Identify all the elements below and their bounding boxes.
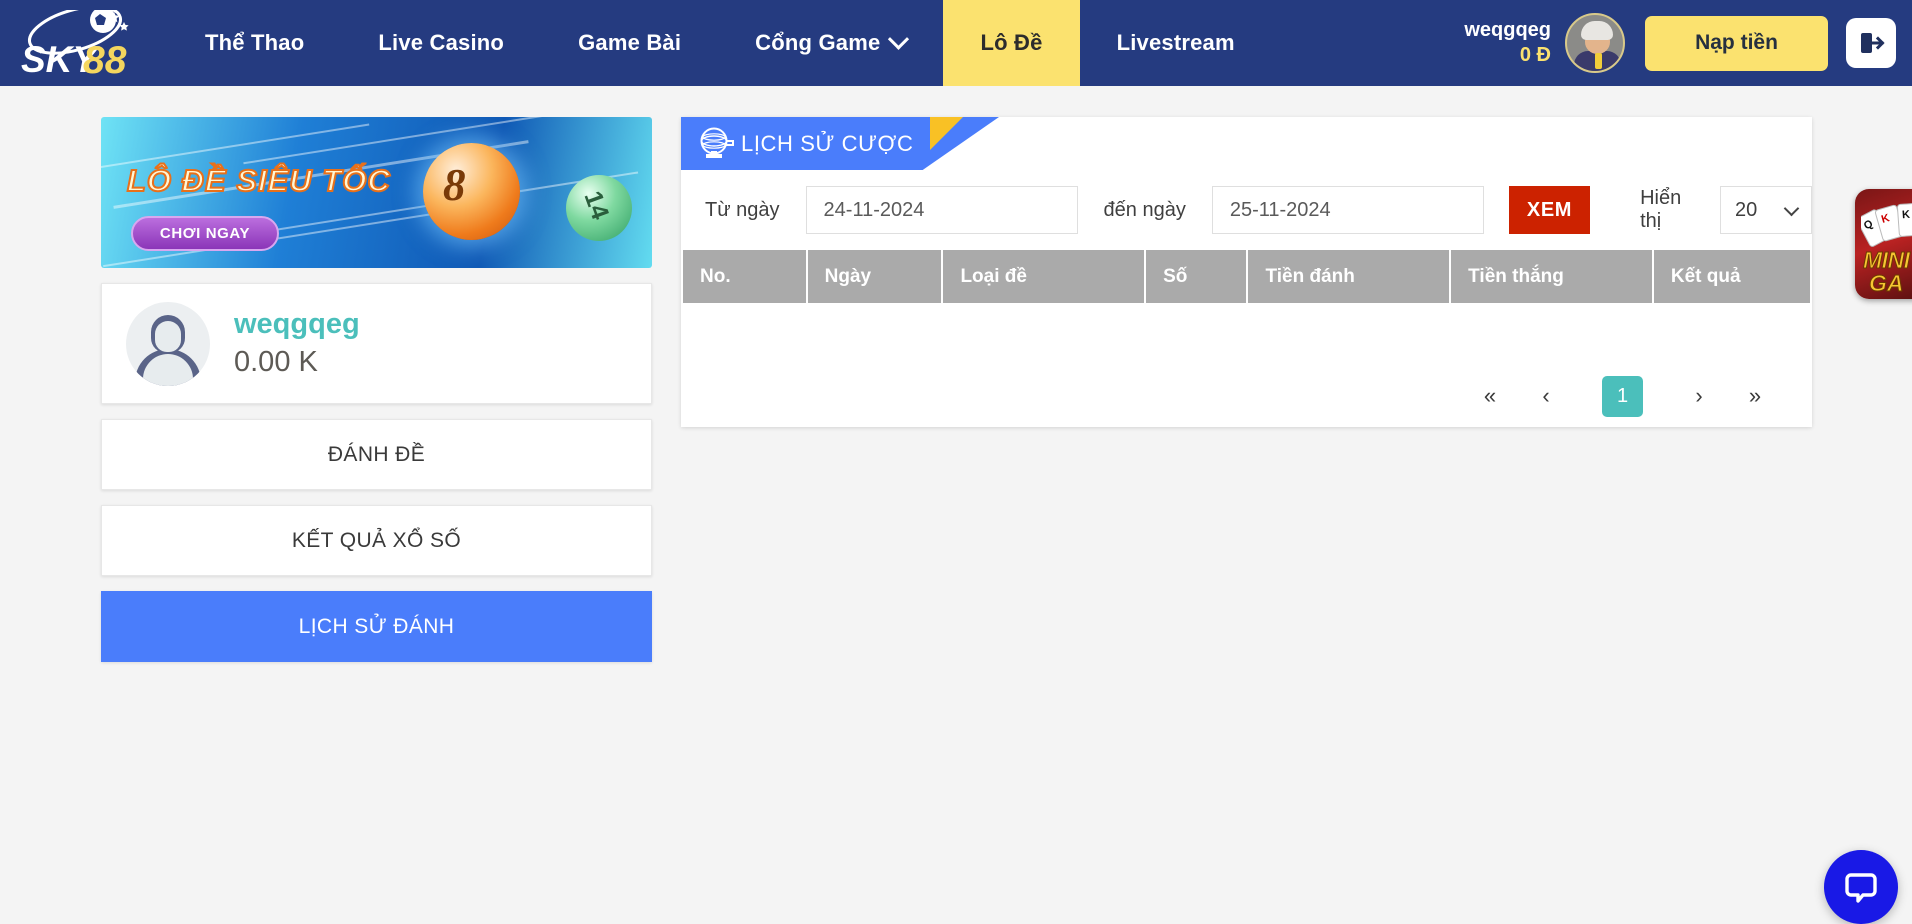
nav-item-the-thao[interactable]: Thể Thao (168, 0, 341, 86)
header-account-area: weqgqeg 0 Đ Nạp tiền (1464, 0, 1912, 86)
pagination-first[interactable]: « (1462, 376, 1518, 417)
page-size-select[interactable]: 20 (1720, 186, 1812, 234)
minigame-widget[interactable]: Q K K K K MINI GA (1855, 189, 1912, 299)
sky88-logo-icon: SKY 88 (19, 10, 149, 76)
svg-text:K: K (1902, 209, 1911, 222)
nav-item-live-casino[interactable]: Live Casino (341, 0, 541, 86)
column-loai-de: Loại đề (943, 250, 1144, 303)
filter-bar: Từ ngày đến ngày XEM Hiển thị 20 (681, 170, 1812, 250)
deposit-button[interactable]: Nạp tiền (1645, 16, 1828, 71)
page-title: LỊCH SỬ CƯỢC (741, 131, 913, 157)
bet-history-panel: LỊCH SỬ CƯỢC Từ ngày đến ngày XEM Hiển t… (681, 117, 1812, 427)
nav-item-lo-de[interactable]: Lô Đề (943, 0, 1079, 86)
minigame-label-line2: GA (1869, 270, 1904, 297)
lottery-ball-14-icon (566, 175, 632, 241)
avatar-tie (1595, 53, 1602, 69)
sidebar-item-label: LỊCH SỬ ĐÁNH (299, 615, 455, 639)
sidebar-item-label: ĐÁNH ĐỀ (328, 443, 425, 467)
to-date-label: đến ngày (1104, 199, 1186, 222)
main-navigation: Thể Thao Live Casino Game Bài Cổng Game … (168, 0, 1272, 86)
logout-button[interactable] (1846, 18, 1896, 68)
nav-label: Thể Thao (205, 30, 304, 56)
search-button[interactable]: XEM (1509, 186, 1590, 234)
profile-avatar-icon (126, 302, 210, 386)
logout-icon (1857, 29, 1885, 57)
pagination-page-1[interactable]: 1 (1602, 376, 1643, 417)
sidebar: LÔ ĐỀ SIÊU TỐC CHƠI NGAY weqgqeg 0.00 K … (101, 117, 652, 662)
account-username: weqgqeg (1464, 18, 1551, 43)
lottery-ball-8-icon (423, 143, 520, 240)
nav-label: Livestream (1117, 30, 1235, 56)
pagination-prev[interactable]: ‹ (1518, 376, 1574, 417)
avatar[interactable] (1565, 13, 1625, 73)
nav-label: Game Bài (578, 30, 681, 56)
nav-item-cong-game[interactable]: Cổng Game (718, 0, 943, 86)
banner-title: LÔ ĐỀ SIÊU TỐC (127, 163, 391, 199)
table-empty-row (683, 303, 1810, 365)
nav-item-livestream[interactable]: Livestream (1080, 0, 1272, 86)
profile-card: weqgqeg 0.00 K (101, 283, 652, 404)
brand-logo[interactable]: SKY 88 (0, 0, 168, 86)
svg-text:88: 88 (83, 39, 127, 76)
profile-username: weqgqeg (234, 306, 360, 342)
from-date-input[interactable] (806, 186, 1078, 234)
sidebar-item-label: KẾT QUẢ XỔ SỐ (292, 529, 461, 553)
sidebar-item-danh-de[interactable]: ĐÁNH ĐỀ (101, 419, 652, 490)
sidebar-item-ket-qua-xo-so[interactable]: KẾT QUẢ XỔ SỐ (101, 505, 652, 576)
page-size-label: Hiển thị (1640, 187, 1700, 233)
page-body: LÔ ĐỀ SIÊU TỐC CHƠI NGAY weqgqeg 0.00 K … (0, 86, 1912, 862)
column-ket-qua: Kết quả (1654, 250, 1810, 303)
bet-history-table: No. Ngày Loại đề Số Tiền đánh Tiền thắng… (681, 250, 1812, 365)
to-date-input[interactable] (1212, 186, 1484, 234)
column-no: No. (683, 250, 806, 303)
table-header-row: No. Ngày Loại đề Số Tiền đánh Tiền thắng… (683, 250, 1810, 303)
pagination: « ‹ 1 › » (681, 365, 1812, 427)
avatar-hair (1581, 21, 1613, 40)
column-ngay: Ngày (808, 250, 942, 303)
nav-label: Cổng Game (755, 30, 880, 56)
account-balance: 0 Đ (1520, 43, 1551, 68)
promo-banner[interactable]: LÔ ĐỀ SIÊU TỐC CHƠI NGAY (101, 117, 652, 268)
nav-label: Live Casino (378, 30, 504, 56)
minigame-cards-icon: Q K K K K (1861, 193, 1912, 255)
account-summary[interactable]: weqgqeg 0 Đ (1464, 18, 1551, 68)
lottery-machine-icon (698, 127, 736, 161)
nav-label: Lô Đề (980, 30, 1042, 56)
profile-balance: 0.00 K (234, 344, 360, 382)
from-date-label: Từ ngày (705, 199, 780, 222)
table-head: No. Ngày Loại đề Số Tiền đánh Tiền thắng… (683, 250, 1810, 303)
pagination-next[interactable]: › (1671, 376, 1727, 417)
panel-corner-accent (930, 117, 963, 150)
pagination-last[interactable]: » (1727, 376, 1783, 417)
chat-bubble-icon (1843, 869, 1879, 905)
nav-item-game-bai[interactable]: Game Bài (541, 0, 718, 86)
panel-header: LỊCH SỬ CƯỢC (681, 117, 1812, 170)
chat-widget-button[interactable] (1824, 850, 1898, 924)
column-so: Số (1146, 250, 1246, 303)
table-body (683, 303, 1810, 365)
banner-cta-button[interactable]: CHƠI NGAY (131, 216, 279, 251)
page-size-select-wrap: 20 (1720, 186, 1812, 234)
column-tien-danh: Tiền đánh (1248, 250, 1449, 303)
site-header: SKY 88 Thể Thao Live Casino Game Bài Cổn… (0, 0, 1912, 86)
sidebar-item-lich-su-danh[interactable]: LỊCH SỬ ĐÁNH (101, 591, 652, 662)
chevron-down-icon (888, 28, 909, 49)
column-tien-thang: Tiền thắng (1451, 250, 1652, 303)
